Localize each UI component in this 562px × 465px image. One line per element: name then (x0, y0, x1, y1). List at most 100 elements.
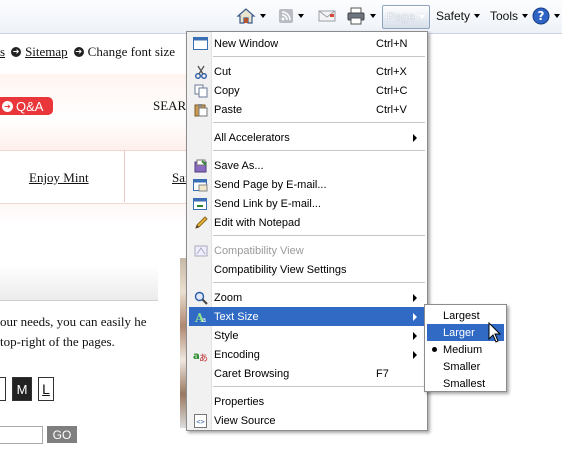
body-text: our needs, you can easily he top-right o… (0, 314, 147, 349)
menu-item-label: Compatibility View Settings (214, 263, 347, 276)
email-link-icon (193, 196, 208, 211)
home-dropdown-arrow[interactable] (260, 14, 266, 18)
menu-item-label: Send Link by E-mail... (214, 197, 321, 210)
nav-link-enjoy-mint[interactable]: Enjoy Mint (29, 170, 89, 186)
menu-item-label: Edit with Notepad (214, 216, 301, 229)
menu-item-label: Save As... (214, 159, 264, 172)
menu-item-style[interactable]: Style (189, 326, 425, 345)
svg-text:あ: あ (199, 353, 208, 362)
menu-item-edit-notepad[interactable]: Edit with Notepad (189, 213, 425, 232)
menu-item-paste[interactable]: Paste Ctrl+V (189, 100, 425, 119)
paste-icon (193, 102, 208, 117)
arrow-circle-icon: ➔ (73, 47, 84, 57)
sitemap-link[interactable]: Sitemap (25, 44, 68, 60)
menu-item-compatibility-view-settings[interactable]: Compatibility View Settings (189, 260, 425, 279)
print-button[interactable] (346, 5, 376, 27)
tools-dropdown-arrow (522, 14, 529, 18)
text-size-smallest[interactable]: Smallest (427, 375, 504, 392)
search-label: SEAR (153, 98, 187, 113)
menu-item-encoding[interactable]: aあ Encoding (189, 345, 425, 364)
menu-item-label: Encoding (214, 348, 260, 361)
top-navigation: s ➔ Sitemap ➔ Change font size (0, 44, 175, 60)
submenu-arrow-icon (413, 332, 417, 340)
submenu-item-label: Medium (443, 343, 483, 356)
submenu-arrow-icon (413, 294, 417, 302)
page-menu-label: Page (386, 10, 416, 24)
read-mail-button[interactable] (318, 5, 336, 27)
font-size-buttons: M L (0, 377, 54, 401)
arrow-circle-icon: ➔ (2, 100, 13, 112)
tools-menu-button[interactable]: Tools (490, 5, 529, 27)
search-input[interactable] (0, 426, 43, 444)
menu-item-label: Cut (214, 65, 232, 78)
text-size-smaller[interactable]: Smaller (427, 358, 504, 375)
menu-item-properties[interactable]: Properties (189, 392, 425, 411)
text-size-submenu: Largest Larger Medium Smaller Smallest (424, 304, 507, 392)
font-size-medium-button[interactable]: M (12, 377, 32, 401)
feeds-dropdown-arrow[interactable] (298, 14, 304, 18)
encoding-icon: aあ (193, 347, 208, 362)
copy-icon (193, 83, 208, 98)
menu-item-view-source[interactable]: <> View Source (189, 411, 425, 430)
topnav-link-partial[interactable]: s (0, 44, 5, 60)
menu-item-label: Style (214, 329, 239, 342)
email-page-icon (193, 177, 208, 192)
print-dropdown-arrow[interactable] (370, 14, 376, 18)
menu-item-label: Properties (214, 395, 265, 408)
menu-separator (213, 235, 425, 236)
change-font-size-label: Change font size (87, 44, 176, 59)
safety-menu-button[interactable]: Safety (436, 5, 481, 27)
menu-item-label: Text Size (214, 310, 259, 323)
mouse-pointer-icon (488, 322, 502, 343)
menu-item-label: Compatibility View (214, 244, 304, 257)
print-icon (347, 7, 365, 25)
page-menu-button[interactable]: Page (382, 5, 430, 29)
svg-text:?: ? (538, 9, 545, 23)
menu-item-label: Paste (214, 103, 243, 116)
help-dropdown-arrow[interactable] (554, 14, 560, 18)
font-size-small-button[interactable] (0, 377, 6, 401)
menu-item-shortcut: Ctrl+V (376, 103, 407, 116)
safety-dropdown-arrow (474, 14, 481, 18)
submenu-arrow-icon (413, 351, 417, 359)
scissors-icon (193, 64, 208, 79)
menu-item-compatibility-view[interactable]: Compatibility View (189, 241, 425, 260)
arrow-circle-icon: ➔ (11, 47, 22, 57)
submenu-item-label: Smaller (443, 360, 481, 373)
menu-item-cut[interactable]: Cut Ctrl+X (189, 62, 425, 81)
menu-item-text-size[interactable]: Aa Text Size (189, 307, 425, 326)
menu-item-label: Caret Browsing (214, 367, 290, 380)
menu-item-save-as[interactable]: Save As... (189, 156, 425, 175)
menu-separator (213, 150, 425, 151)
page-dropdown-arrow (419, 15, 426, 19)
menu-separator (213, 282, 425, 283)
menu-item-send-link[interactable]: Send Link by E-mail... (189, 194, 425, 213)
page-menu: New Window Ctrl+N Cut Ctrl+X Copy Ctrl+C… (186, 31, 428, 431)
menu-item-zoom[interactable]: Zoom (189, 288, 425, 307)
menu-item-shortcut: F7 (376, 367, 389, 380)
menu-item-copy[interactable]: Copy Ctrl+C (189, 81, 425, 100)
qa-button[interactable]: ➔ Q&A (0, 97, 53, 115)
submenu-arrow-icon (413, 134, 417, 142)
go-button[interactable]: GO (47, 426, 77, 443)
menu-item-new-window[interactable]: New Window Ctrl+N (189, 34, 425, 53)
menu-item-caret-browsing[interactable]: Caret Browsing F7 (189, 364, 425, 383)
nav-divider (124, 150, 125, 202)
submenu-item-label: Largest (443, 309, 480, 322)
help-button[interactable]: ? (532, 5, 560, 27)
menu-item-shortcut: Ctrl+X (376, 65, 407, 78)
menu-item-shortcut: Ctrl+C (376, 84, 408, 97)
menu-item-all-accelerators[interactable]: All Accelerators (189, 128, 425, 147)
svg-text:a: a (202, 316, 206, 324)
feeds-button[interactable] (278, 5, 304, 27)
safety-menu-label: Safety (436, 9, 471, 23)
menu-separator (213, 56, 425, 57)
selected-radio-dot-icon (432, 347, 437, 352)
menu-item-send-page[interactable]: Send Page by E-mail... (189, 175, 425, 194)
home-button[interactable] (236, 5, 266, 27)
font-size-large-button[interactable]: L (38, 377, 54, 401)
qa-button-label: Q&A (16, 98, 44, 114)
help-icon: ? (532, 7, 550, 25)
text-size-icon: Aa (193, 309, 208, 324)
view-source-icon: <> (193, 413, 208, 428)
